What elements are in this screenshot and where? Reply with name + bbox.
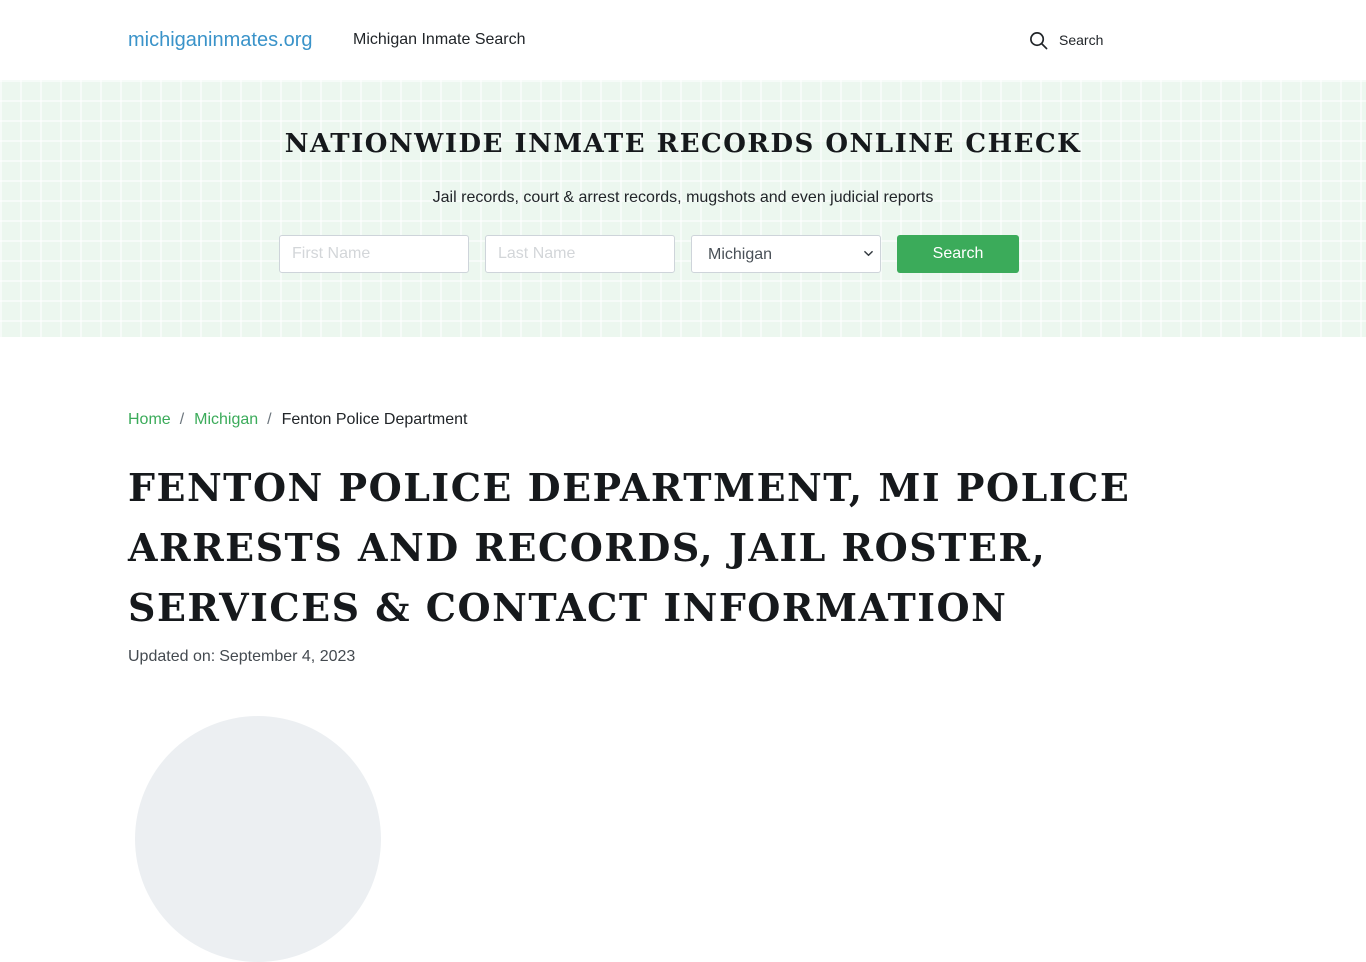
page-title: FENTON POLICE DEPARTMENT, MI POLICE ARRE… — [128, 465, 1131, 630]
first-name-input[interactable] — [279, 235, 469, 273]
last-name-input[interactable] — [485, 235, 675, 273]
nav-link-michigan-inmate-search[interactable]: Michigan Inmate Search — [353, 30, 526, 50]
breadcrumb-separator: / — [267, 411, 272, 428]
search-button[interactable]: Search — [897, 235, 1019, 273]
state-select[interactable]: Michigan — [691, 235, 881, 273]
updated-label: Updated on: — [128, 648, 216, 665]
hero-subtitle: Jail records, court & arrest records, mu… — [432, 189, 934, 206]
header-search-button[interactable]: Search — [1029, 28, 1103, 52]
search-icon — [1029, 31, 1048, 50]
breadcrumb-current: Fenton Police Department — [281, 411, 468, 428]
hero-search-section: NATIONWIDE INMATE RECORDS ONLINE CHECK J… — [0, 80, 1366, 337]
updated-value: September 4, 2023 — [219, 648, 356, 665]
breadcrumb-home[interactable]: Home — [128, 410, 171, 430]
site-header: michiganinmates.org Michigan Inmate Sear… — [0, 0, 1366, 80]
site-logo[interactable]: michiganinmates.org — [128, 28, 313, 52]
breadcrumb: Home / Michigan / Fenton Police Departme… — [128, 410, 468, 430]
image-placeholder-circle — [135, 716, 381, 962]
hero-title: NATIONWIDE INMATE RECORDS ONLINE CHECK — [284, 129, 1082, 159]
header-search-label: Search — [1059, 32, 1104, 48]
updated-date: Updated on: September 4, 2023 — [128, 647, 355, 667]
breadcrumb-michigan[interactable]: Michigan — [194, 410, 258, 430]
breadcrumb-separator: / — [179, 411, 185, 428]
